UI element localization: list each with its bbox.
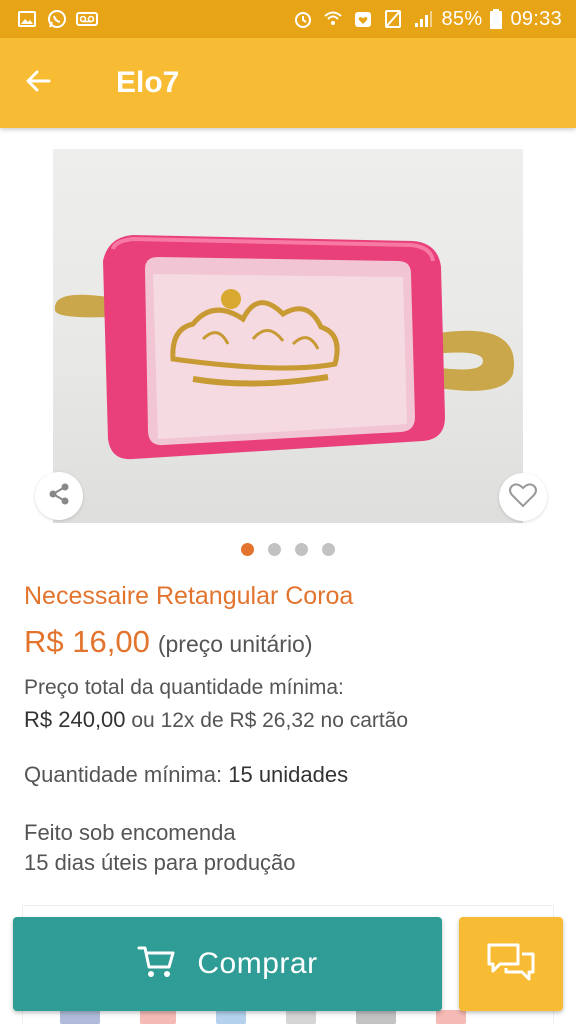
chat-button[interactable] — [459, 917, 563, 1011]
production-info: Feito sob encomenda 15 dias úteis para p… — [24, 818, 296, 878]
price-unit-label: (preço unitário) — [157, 631, 313, 657]
card-logo — [286, 1010, 316, 1024]
total-price-label: Preço total da quantidade mínima: — [24, 676, 344, 699]
total-price: R$ 240,00 — [24, 707, 126, 732]
wifi-icon — [322, 8, 344, 30]
alarm-icon — [292, 8, 314, 30]
carousel-dot[interactable] — [295, 543, 308, 556]
signal-icon — [412, 8, 434, 30]
carousel-dot[interactable] — [268, 543, 281, 556]
voicemail-icon — [76, 8, 98, 30]
favorite-button[interactable] — [499, 473, 547, 521]
buy-button[interactable]: Comprar — [13, 917, 442, 1011]
cart-icon — [137, 945, 175, 984]
product-name: Necessaire Retangular Coroa — [24, 582, 354, 610]
total-price-row: R$ 240,00 ou 12x de R$ 26,32 no cartão — [24, 707, 408, 733]
heart-icon — [352, 8, 374, 30]
payment-methods-strip — [60, 1010, 490, 1024]
min-qty-value: 15 unidades — [228, 762, 349, 787]
card-logo — [216, 1010, 246, 1024]
no-sim-icon — [382, 8, 404, 30]
carousel-dot[interactable] — [241, 543, 254, 556]
heart-outline-icon — [508, 481, 538, 514]
battery-icon — [490, 8, 503, 30]
arrow-left-icon — [23, 66, 53, 101]
installments-text: ou 12x de R$ 26,32 no cartão — [131, 709, 409, 732]
product-photo — [54, 235, 514, 460]
share-button[interactable] — [35, 472, 83, 520]
card-logo — [356, 1010, 396, 1024]
battery-percent: 85% — [441, 7, 483, 30]
chat-bubbles-icon — [486, 942, 536, 987]
status-bar: 85% 09:33 — [0, 0, 576, 38]
back-button[interactable] — [8, 53, 68, 113]
minimum-quantity: Quantidade mínima: 15 unidades — [24, 762, 348, 788]
visa-logo — [60, 1010, 100, 1024]
image-icon — [16, 8, 38, 30]
made-to-order-text: Feito sob encomenda — [24, 820, 236, 845]
product-image[interactable] — [53, 149, 523, 523]
status-right-icons: 85% 09:33 — [292, 8, 563, 31]
status-left-icons — [16, 8, 98, 30]
min-qty-label: Quantidade mínima: — [24, 762, 223, 787]
clock: 09:33 — [510, 7, 562, 30]
carousel-dot[interactable] — [322, 543, 335, 556]
price-row: R$ 16,00 (preço unitário) — [24, 624, 313, 660]
mastercard-logo — [140, 1010, 176, 1024]
whatsapp-icon — [46, 8, 68, 30]
unit-price: R$ 16,00 — [24, 624, 150, 659]
buy-button-label: Comprar — [197, 947, 318, 980]
share-icon — [46, 481, 72, 512]
app-bar: Elo7 — [0, 38, 576, 128]
production-time-text: 15 dias úteis para produção — [24, 850, 296, 875]
card-logo — [436, 1010, 466, 1024]
carousel-dots — [0, 543, 576, 556]
app-title: Elo7 — [116, 66, 180, 99]
